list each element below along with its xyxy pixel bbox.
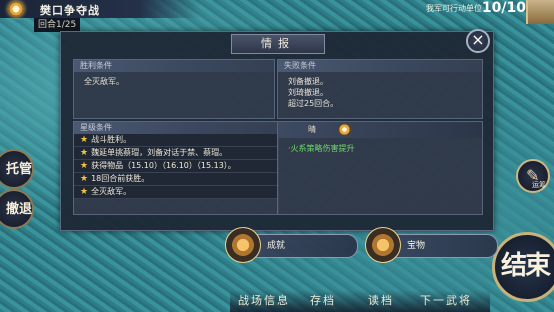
end-turn-button[interactable]: 结束 [492,232,554,302]
sun-icon [8,1,24,17]
star-condition-row: ★ 获得物品（15.10）（16.10）（15.13）。 [74,160,278,173]
next-general-button[interactable]: 下一武将 [420,292,472,308]
units-label: 我军可行动单位 [426,4,482,13]
star-icon: ★ [80,135,89,145]
battle-title: 樊口争夺战 [40,4,100,17]
star-icon: ★ [80,148,89,158]
auto-battle-button[interactable]: 托管 [0,149,34,189]
star-condition-row: ★ 战斗胜利。 [74,134,278,147]
retreat-button[interactable]: 撤退 [0,189,34,229]
lose-conditions-panel: 失败条件 刘备撤退。 刘琦撤退。 超过25回合。 [277,59,483,119]
star-condition-row: ★ 全灭敌军。 [74,186,278,199]
load-button[interactable]: 读档 [368,292,394,308]
win-conditions-panel: 胜利条件 全灭敌军。 [73,59,275,119]
lose-condition: 超过25回合。 [288,99,339,108]
top-bar: 樊口争夺战 [0,0,200,18]
dialog-title: 情报 [231,34,325,54]
battle-info-button[interactable]: 战场信息 [238,292,290,308]
star-condition-row: ★ 魏延单挑蔡瑁，刘备对话于禁、蔡瑁。 [74,147,278,160]
round-counter: 回合1/25 [34,18,81,32]
bottom-menu: 战场信息 存档 读档 下一武将 [230,290,490,312]
weather-panel: 晴 ·火系策略伤害提升 [277,121,483,215]
treasure-button[interactable]: 宝物 [365,227,498,263]
strategy-label: 运筹 [532,181,546,189]
weather-label: 晴 [308,125,316,134]
win-condition: 全灭敌军。 [84,77,124,86]
units-count: 10/10 [481,0,526,16]
weather-header: 晴 [278,122,482,138]
lose-condition: 刘琦撤退。 [288,88,328,97]
treasure-icon [365,227,401,263]
star-icon: ★ [80,174,89,184]
achievement-button[interactable]: 成就 [225,227,358,263]
star-icon: ★ [80,161,89,171]
treasure-label: 宝物 [407,241,426,251]
save-button[interactable]: 存档 [310,292,336,308]
close-button[interactable]: × [466,29,490,53]
achievement-label: 成就 [267,241,286,251]
commander-portrait[interactable] [526,0,554,24]
lose-header: 失败条件 [278,60,482,72]
weather-effect: ·火系策略伤害提升 [288,144,355,153]
win-header: 胜利条件 [74,60,274,72]
star-conditions-panel: 星级条件 ★ 战斗胜利。 ★ 魏延单挑蔡瑁，刘备对话于禁、蔡瑁。 ★ 获得物品（15.… [73,121,279,215]
star-condition-row: ★ 18回合前获胜。 [74,173,278,186]
star-header: 星级条件 [74,122,278,134]
medal-icon [225,227,261,263]
star-icon: ★ [80,187,89,197]
lose-condition: 刘备撤退。 [288,77,328,86]
intel-dialog: 情报 × 胜利条件 全灭敌军。 失败条件 刘备撤退。 刘琦撤退。 超过25回合。… [60,29,494,231]
sun-icon [338,123,351,136]
